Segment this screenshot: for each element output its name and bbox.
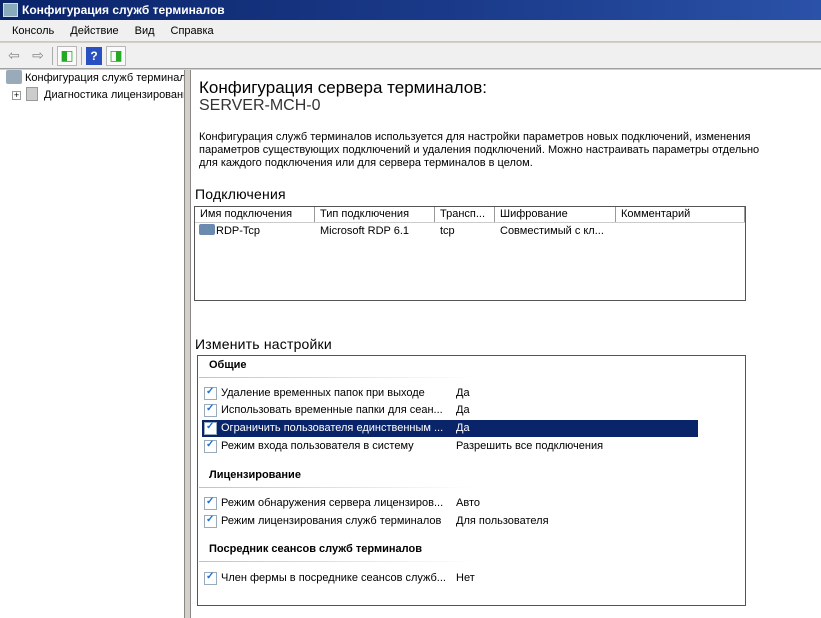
cell-type: Microsoft RDP 6.1 [320,225,410,237]
column-header-comment[interactable]: Комментарий [616,207,745,222]
menu-view[interactable]: Вид [127,25,163,37]
connections-heading: Подключения [195,186,286,202]
property-icon [204,493,217,510]
setting-value: Да [456,404,470,416]
menu-action[interactable]: Действие [62,25,126,37]
setting-value: Авто [456,497,480,509]
column-header-encryption[interactable]: Шифрование [495,207,616,222]
setting-item[interactable]: Режим обнаружения сервера лицензиров... А… [202,493,698,512]
setting-name: Член фермы в посреднике сеансов служб... [221,572,446,584]
column-header-name[interactable]: Имя подключения [195,207,315,222]
setting-name: Режим обнаружения сервера лицензиров... [221,497,444,509]
divider [199,487,474,488]
divider [199,377,474,378]
separator [52,46,53,65]
forward-icon[interactable]: ⇨ [28,46,48,66]
settings-list: Общие Удаление временных папок при выход… [197,355,746,606]
property-icon [204,511,217,528]
setting-item[interactable]: Член фермы в посреднике сеансов служб...… [202,568,698,587]
tree-item-licensing-diagnostics[interactable]: + Диагностика лицензирования [0,87,184,104]
group-general: Общие [209,359,247,371]
show-hide-tree-icon[interactable]: ◧ [57,45,77,66]
tree-label: Конфигурация служб терминалов [25,72,185,84]
property-icon [204,436,217,453]
server-icon [26,87,38,101]
setting-value: Разрешить все подключения [456,440,604,452]
divider [199,561,474,562]
app-icon [3,3,18,17]
group-session-broker: Посредник сеансов служб терминалов [209,543,422,555]
details-pane: Конфигурация сервера терминалов: SERVER-… [190,70,821,618]
tree-item-terminal-services-config[interactable]: Конфигурация служб терминалов [0,70,184,87]
table-row[interactable]: RDP-Tcp Microsoft RDP 6.1 tcp Совместимы… [195,223,745,240]
setting-name: Ограничить пользователя единственным ... [221,422,444,434]
column-header-transport[interactable]: Трансп... [435,207,495,222]
cell-name: RDP-Tcp [216,225,261,237]
page-title: Конфигурация сервера терминалов: [199,78,487,97]
list-header: Имя подключения Тип подключения Трансп..… [195,207,745,223]
setting-item[interactable]: Режим лицензирования служб терминалов Для… [202,511,698,530]
toolbar: ⇦ ⇨ ◧ ? ◨ [0,43,821,69]
cell-transport: tcp [440,225,455,237]
connections-list[interactable]: Имя подключения Тип подключения Трансп..… [194,206,746,301]
setting-name: Удаление временных папок при выходе [221,387,425,399]
cell-encryption: Совместимый с кл... [500,225,604,237]
setting-value: Нет [456,572,475,584]
setting-name: Использовать временные папки для сеан... [221,404,443,416]
menu-bar: Консоль Действие Вид Справка [0,20,821,42]
server-name: SERVER-MCH-0 [199,97,321,114]
separator [81,46,82,65]
menu-help[interactable]: Справка [163,25,222,37]
tree-label: Диагностика лицензирования [44,89,185,101]
setting-item[interactable]: Удаление временных папок при выходе Да [202,383,698,402]
setting-item[interactable]: Использовать временные папки для сеан...… [202,400,698,419]
show-hide-action-pane-icon[interactable]: ◨ [106,45,126,66]
console-tree: Конфигурация служб терминалов + Диагности… [0,70,185,618]
help-icon[interactable]: ? [86,46,102,65]
description: Конфигурация служб терминалов использует… [199,131,760,169]
settings-heading: Изменить настройки [195,336,332,352]
setting-value: Для пользователя [456,515,549,527]
setting-value: Да [456,387,470,399]
back-icon[interactable]: ⇦ [4,46,24,66]
column-header-type[interactable]: Тип подключения [315,207,435,222]
property-icon [204,400,217,417]
title-bar: Конфигурация служб терминалов [0,0,821,20]
connection-icon [199,224,215,235]
property-icon [204,568,217,585]
property-icon [204,383,217,400]
setting-item[interactable]: Режим входа пользователя в систему Разреш… [202,436,698,455]
setting-item-selected[interactable]: Ограничить пользователя единственным ...… [202,418,698,437]
menu-console[interactable]: Консоль [4,25,62,37]
property-icon [204,418,217,435]
group-licensing: Лицензирование [209,469,301,481]
computer-network-icon [6,70,22,84]
cell-comment [616,223,745,240]
expand-icon[interactable]: + [12,91,21,100]
setting-name: Режим лицензирования служб терминалов [221,515,442,527]
window-title: Конфигурация служб терминалов [22,3,225,17]
setting-value: Да [456,422,470,434]
setting-name: Режим входа пользователя в систему [221,440,414,452]
